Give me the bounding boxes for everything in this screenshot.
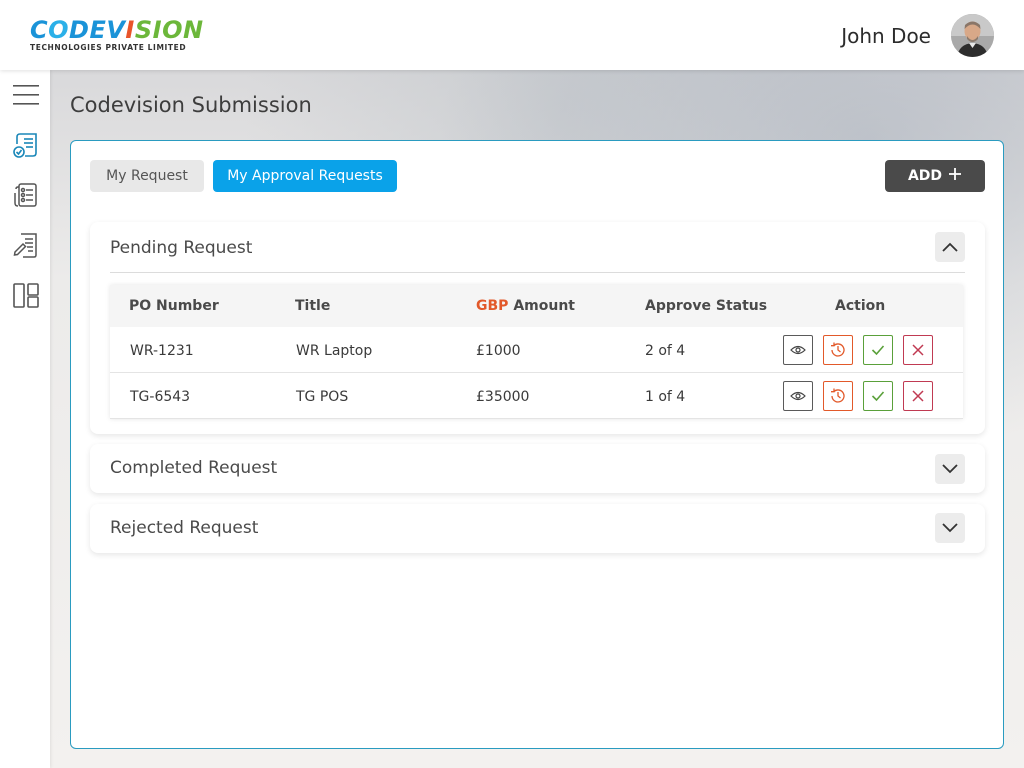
completed-request-title[interactable]: Completed Request	[110, 458, 277, 478]
add-button[interactable]: ADD	[885, 160, 985, 192]
chevron-up-icon[interactable]	[935, 232, 965, 262]
tab-my-request[interactable]: My Request	[90, 160, 204, 192]
tab-my-approval-requests[interactable]: My Approval Requests	[213, 160, 397, 192]
document-check-icon[interactable]	[11, 130, 41, 160]
eye-icon	[790, 345, 806, 355]
header-amount-label: Amount	[513, 298, 575, 314]
completed-request-section[interactable]: Completed Request	[90, 444, 985, 493]
page-title: Codevision Submission	[70, 93, 312, 117]
main-card: My Request My Approval Requests ADD Pend…	[70, 140, 1004, 749]
cell-approve-status: 1 of 4	[645, 389, 686, 405]
pending-request-title[interactable]: Pending Request	[110, 238, 252, 258]
chevron-down-icon[interactable]	[935, 454, 965, 484]
company-logo[interactable]: CODEVISION TECHNOLOGIES PRIVATE LIMITED	[30, 18, 204, 52]
user-avatar[interactable]	[951, 14, 994, 57]
cell-title: WR Laptop	[296, 343, 373, 359]
pending-requests-table: PO Number Title GBP Amount Approve Statu…	[110, 285, 963, 419]
history-icon	[831, 342, 845, 357]
close-icon	[912, 344, 924, 356]
approve-button[interactable]	[863, 381, 893, 411]
document-edit-icon[interactable]	[11, 230, 41, 260]
header-currency: GBP	[476, 298, 509, 314]
cell-po-number: WR-1231	[130, 343, 194, 359]
section-divider	[110, 272, 965, 273]
hamburger-menu-icon[interactable]	[11, 80, 41, 110]
plus-icon	[948, 167, 962, 185]
table-row[interactable]: TG-6543 TG POS £35000 1 of 4	[110, 373, 963, 419]
close-icon	[912, 390, 924, 402]
reject-button[interactable]	[903, 381, 933, 411]
add-button-label: ADD	[907, 168, 943, 184]
logo-tagline: TECHNOLOGIES PRIVATE LIMITED	[30, 43, 187, 52]
table-header: PO Number Title GBP Amount Approve Statu…	[110, 285, 963, 327]
history-button[interactable]	[823, 381, 853, 411]
cell-po-number: TG-6543	[130, 389, 191, 405]
view-button[interactable]	[783, 335, 813, 365]
rejected-request-title[interactable]: Rejected Request	[110, 518, 258, 538]
reject-button[interactable]	[903, 335, 933, 365]
eye-icon	[790, 391, 806, 401]
cell-amount: £35000	[476, 389, 530, 405]
view-button[interactable]	[783, 381, 813, 411]
header-title: Title	[295, 298, 331, 314]
rejected-request-section[interactable]: Rejected Request	[90, 504, 985, 553]
sidebar	[0, 70, 50, 768]
table-row[interactable]: WR-1231 WR Laptop £1000 2 of 4	[110, 327, 963, 373]
header-action: Action	[835, 298, 886, 314]
header-amount: GBP Amount	[476, 298, 575, 314]
document-list-icon[interactable]	[11, 180, 41, 210]
cell-approve-status: 2 of 4	[645, 343, 686, 359]
check-icon	[871, 345, 885, 356]
approve-button[interactable]	[863, 335, 893, 365]
layout-panels-icon[interactable]	[11, 280, 41, 310]
user-name[interactable]: John Doe	[841, 24, 931, 48]
history-button[interactable]	[823, 335, 853, 365]
header-approve-status: Approve Status	[645, 298, 768, 314]
pending-request-section: Pending Request PO Number Title GBP Amou…	[90, 222, 985, 434]
check-icon	[871, 391, 885, 402]
chevron-down-icon[interactable]	[935, 513, 965, 543]
logo-wordmark: CODEVISION	[30, 16, 204, 44]
top-header: CODEVISION TECHNOLOGIES PRIVATE LIMITED …	[0, 0, 1024, 70]
cell-amount: £1000	[476, 343, 521, 359]
cell-title: TG POS	[296, 389, 349, 405]
history-icon	[831, 388, 845, 403]
header-po-number: PO Number	[129, 298, 219, 314]
